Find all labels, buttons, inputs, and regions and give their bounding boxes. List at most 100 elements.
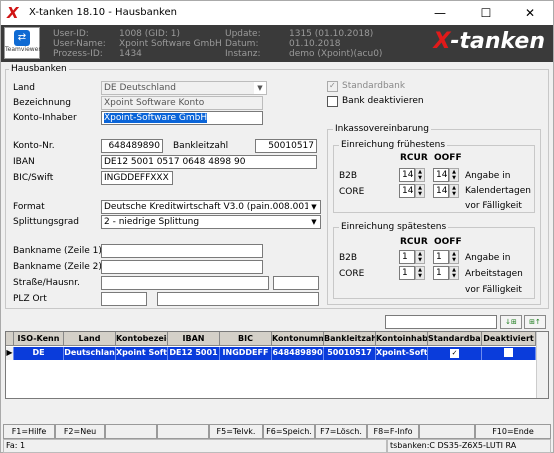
frueh-note2: Kalendertagen xyxy=(465,186,531,196)
plz-ort-label: PLZ Ort xyxy=(13,294,47,304)
bankname1-label: Bankname (Zeile 1) xyxy=(13,246,102,256)
col-header[interactable]: Standardbar xyxy=(428,332,482,346)
frueh-core-rcur-spinner[interactable]: ▲ ▼ xyxy=(415,184,425,198)
export-button[interactable]: ⊞↑ xyxy=(524,315,546,329)
spaet-core-ooff-field[interactable]: 1 xyxy=(433,266,449,280)
user-name-value: Xpoint Software GmbH xyxy=(119,39,222,49)
format-select[interactable]: Deutsche Kreditwirtschaft V3.0 (pain.008… xyxy=(101,200,321,214)
iban-label: IBAN xyxy=(13,157,35,167)
col-header[interactable]: Land xyxy=(64,332,116,346)
maximize-button[interactable]: ☐ xyxy=(463,1,509,25)
bankname1-field[interactable] xyxy=(101,244,263,258)
bankleitzahl-label: Bankleitzahl xyxy=(173,141,229,151)
f5-telvk-button[interactable]: F5=Telvk. xyxy=(209,424,263,439)
frueh-b2b-ooff-spinner[interactable]: ▲ ▼ xyxy=(449,168,459,182)
f1-help-button[interactable]: F1=Hilfe xyxy=(3,424,55,439)
session-header: User-ID: 1008 (GID: 1) User-Name: Xpoint… xyxy=(1,25,553,62)
land-select[interactable]: DE Deutschland ▼ xyxy=(101,81,267,95)
spaet-b2b-ooff-field[interactable]: 1 xyxy=(433,250,449,264)
splittungsgrad-select[interactable]: 2 - niedrige Splittung ▼ xyxy=(101,215,321,229)
frueh-core-ooff-field[interactable]: 14 xyxy=(433,184,449,198)
close-button[interactable]: ✕ xyxy=(507,1,553,25)
spaet-b2b-rcur-field[interactable]: 1 xyxy=(399,250,415,264)
frueh-b2b-rcur-spinner[interactable]: ▲ ▼ xyxy=(415,168,425,182)
chevron-down-icon: ▼ xyxy=(308,201,320,213)
bic-field[interactable]: INGDDEFFXXX xyxy=(101,171,173,185)
table-scrollbar[interactable] xyxy=(536,332,548,398)
standardbank-checkbox[interactable]: ✓ xyxy=(327,81,338,92)
row-indicator[interactable]: ▶ xyxy=(6,347,14,360)
datum-label: Datum: xyxy=(225,39,259,49)
teamviewer-button[interactable]: ⇄ Teamviewer xyxy=(4,27,41,59)
konto-inhaber-label: Konto-Inhaber xyxy=(13,113,77,123)
datum-value: 01.10.2018 xyxy=(289,39,341,49)
col-header[interactable]: Kontonumm xyxy=(272,332,324,346)
table-cell-standardbank[interactable]: ✓ xyxy=(428,347,482,360)
bank-deaktivieren-checkbox[interactable] xyxy=(327,96,338,107)
spaet-core-rcur-spinner[interactable]: ▲ ▼ xyxy=(415,266,425,280)
search-input[interactable] xyxy=(385,315,497,329)
status-right: tsbanken:C DS35-Z6X5-LUTI RA xyxy=(387,439,551,453)
bic-label: BIC/Swift xyxy=(13,173,54,183)
col-header[interactable]: IBAN xyxy=(168,332,220,346)
table-cell-deaktiviert[interactable] xyxy=(482,347,536,360)
f10-exit-button[interactable]: F10=Ende xyxy=(475,424,551,439)
col-header[interactable]: Bankleitzah xyxy=(324,332,376,346)
spaet-core-rcur-field[interactable]: 1 xyxy=(399,266,415,280)
teamviewer-label: Teamviewer xyxy=(5,46,41,53)
ort-field[interactable] xyxy=(157,292,319,306)
bankname2-field[interactable] xyxy=(101,260,263,274)
frueh-core-label: CORE xyxy=(339,187,365,197)
f3-button[interactable] xyxy=(105,424,157,439)
f4-button[interactable] xyxy=(157,424,209,439)
bank-deaktivieren-label: Bank deaktivieren xyxy=(342,96,424,106)
iban-field[interactable]: DE12 5001 0517 0648 4898 90 xyxy=(101,155,317,169)
konto-nr-field[interactable]: 648489890 xyxy=(101,139,163,153)
row-indicator-header xyxy=(6,332,14,346)
f6-save-button[interactable]: F6=Speich. xyxy=(263,424,315,439)
f2-new-button[interactable]: F2=Neu xyxy=(55,424,105,439)
table-cell[interactable]: Deutschlan xyxy=(64,347,116,360)
status-left: Fa: 1 xyxy=(3,439,387,453)
teamviewer-icon: ⇄ xyxy=(14,30,30,46)
col-header[interactable]: BIC xyxy=(220,332,272,346)
frueh-b2b-ooff-field[interactable]: 14 xyxy=(433,168,449,182)
frueh-title: Einreichung frühestens xyxy=(339,140,448,150)
table-cell[interactable]: Xpoint-Soft xyxy=(376,347,428,360)
instanz-label: Instanz: xyxy=(225,49,261,59)
bankleitzahl-field[interactable]: 50010517 xyxy=(255,139,317,153)
spaet-b2b-ooff-spinner[interactable]: ▲ ▼ xyxy=(449,250,459,264)
table-cell[interactable]: 648489890 xyxy=(272,347,324,360)
table-cell[interactable]: DE xyxy=(14,347,64,360)
frueh-core-ooff-spinner[interactable]: ▲ ▼ xyxy=(449,184,459,198)
f7-delete-button[interactable]: F7=Lösch. xyxy=(315,424,367,439)
frueh-b2b-rcur-field[interactable]: 14 xyxy=(399,168,415,182)
spaet-core-ooff-spinner[interactable]: ▲ ▼ xyxy=(449,266,459,280)
hausnr-field[interactable] xyxy=(273,276,319,290)
spaet-note3: vor Fälligkeit xyxy=(465,285,522,295)
hausbanken-table[interactable]: ISO-Kenn Land Kontobezeic IBAN BIC Konto… xyxy=(5,331,549,399)
col-header[interactable]: Kontobezeic xyxy=(116,332,168,346)
import-button[interactable]: ↓⊞ xyxy=(500,315,522,329)
title-bar: X X-tanken 18.10 - Hausbanken — ☐ ✕ xyxy=(1,1,553,25)
table-cell[interactable]: DE12 5001 xyxy=(168,347,220,360)
table-cell[interactable]: INGDDEFF xyxy=(220,347,272,360)
plz-field[interactable] xyxy=(101,292,147,306)
spaet-b2b-rcur-spinner[interactable]: ▲ ▼ xyxy=(415,250,425,264)
inkasso-title: Inkassovereinbarung xyxy=(333,124,431,134)
table-cell[interactable]: 50010517 xyxy=(324,347,376,360)
col-header[interactable]: ISO-Kenn xyxy=(14,332,64,346)
frueh-rcur-header: RCUR xyxy=(400,153,428,163)
strasse-field[interactable] xyxy=(101,276,269,290)
strasse-label: Straße/Hausnr. xyxy=(13,278,80,288)
bezeichnung-field[interactable]: Xpoint Software Konto xyxy=(101,96,263,110)
konto-inhaber-field[interactable]: Xpoint-Software GmbH xyxy=(101,111,263,125)
col-header[interactable]: Deaktiviert xyxy=(482,332,536,346)
minimize-button[interactable]: — xyxy=(417,1,463,25)
prozess-id-value: 1434 xyxy=(119,49,142,59)
frueh-core-rcur-field[interactable]: 14 xyxy=(399,184,415,198)
table-cell[interactable]: Xpoint Soft xyxy=(116,347,168,360)
col-header[interactable]: Kontoinhabe xyxy=(376,332,428,346)
f8-info-button[interactable]: F8=F-Info xyxy=(367,424,419,439)
f9-button[interactable] xyxy=(419,424,475,439)
